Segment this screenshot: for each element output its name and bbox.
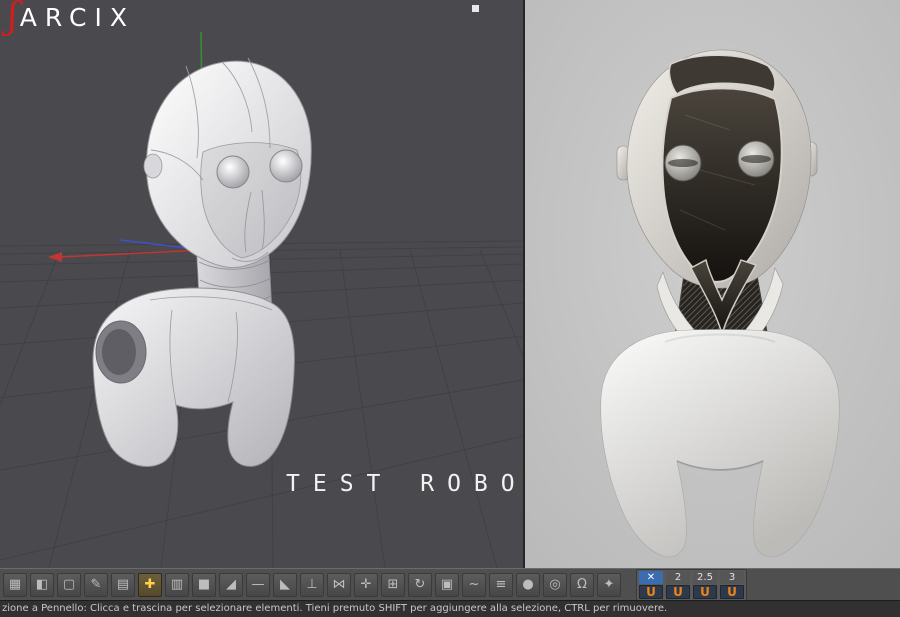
ramp-tool-button[interactable]: ◣: [273, 572, 297, 597]
robot-eye-left: [216, 155, 250, 189]
grid-array-tool-button[interactable]: ▦: [3, 572, 27, 597]
frame-tool-button[interactable]: ▣: [435, 572, 459, 597]
mirror-tool-button[interactable]: ⋈: [327, 572, 351, 597]
move-tool-button[interactable]: ✛: [354, 572, 378, 597]
snap-column: 3U: [720, 570, 744, 599]
snap-preset-2-5-button[interactable]: 2.5: [693, 570, 717, 584]
viewport-perspective[interactable]: ʃ ARCIX TEST ROBOT: [0, 0, 525, 568]
sphere-tool-button[interactable]: ●: [516, 572, 540, 597]
robot-eye-right: [269, 149, 303, 183]
viewport-corner-handle[interactable]: [472, 5, 479, 12]
spline-tool-button[interactable]: ~: [462, 572, 486, 597]
solid-cube-tool-button[interactable]: ■: [192, 572, 216, 597]
columns-tool-button[interactable]: ▥: [165, 572, 189, 597]
snap-column: 2U: [666, 570, 690, 599]
snap-clear-button[interactable]: ✕: [639, 570, 663, 584]
status-message: zione a Pennello: Clicca e trascina per …: [2, 603, 668, 614]
snap-settings-group: ✕ U 2 U 2.5 U 3 U: [636, 568, 747, 601]
modeling-toolbar: ▦ ◧ ▢ ✎ ▤ ✚ ▥ ■ ◢ — ◣ ⊥ ⋈ ✛ ⊞ ↻ ▣ ~ ≡ ● ◎ Ω ✦ ✕ U 2 U 2.5 U 3 U: [0, 568, 900, 601]
rotate-tool-button[interactable]: ↻: [408, 572, 432, 597]
axis-x-red: [59, 249, 205, 258]
viewport-render[interactable]: [525, 0, 900, 568]
bounds-tool-button[interactable]: ⊞: [381, 572, 405, 597]
brand-logo-glyph-icon: ʃ: [8, 0, 18, 37]
magnet-snap-toggle[interactable]: U: [639, 584, 663, 599]
brush-tool-button[interactable]: ✎: [84, 572, 108, 597]
brand-logo: ʃ ARCIX: [8, 0, 135, 37]
list-tool-button[interactable]: ≡: [489, 572, 513, 597]
pattern-tool-button[interactable]: ▤: [111, 572, 135, 597]
prism-tool-button[interactable]: ◢: [219, 572, 243, 597]
snap-preset-3-button[interactable]: 3: [720, 570, 744, 584]
rings-tool-button[interactable]: ◎: [543, 572, 567, 597]
marquee-tool-button[interactable]: ▢: [57, 572, 81, 597]
snap-column: ✕ U: [639, 570, 663, 599]
viewport-area: ʃ ARCIX TEST ROBOT: [0, 0, 900, 568]
magnet-snap-toggle[interactable]: U: [720, 584, 744, 599]
toolbar-icons: ▦ ◧ ▢ ✎ ▤ ✚ ▥ ■ ◢ — ◣ ⊥ ⋈ ✛ ⊞ ↻ ▣ ~ ≡ ● ◎ Ω ✦: [3, 572, 621, 597]
cube-tool-button[interactable]: ◧: [30, 572, 54, 597]
viewport-caption: TEST ROBOT: [286, 471, 525, 497]
brand-logo-text: ARCIX: [19, 3, 135, 32]
tweak-tool-button[interactable]: ✦: [597, 572, 621, 597]
pin-tool-button[interactable]: ⊥: [300, 572, 324, 597]
magnet-tool-button[interactable]: Ω: [570, 572, 594, 597]
magnet-snap-toggle[interactable]: U: [693, 584, 717, 599]
add-cube-tool-button[interactable]: ✚: [138, 572, 162, 597]
magnet-snap-toggle[interactable]: U: [666, 584, 690, 599]
rendered-robot-scene: [525, 0, 900, 568]
snap-column: 2.5 U: [693, 570, 717, 599]
app-window: ʃ ARCIX TEST ROBOT: [0, 0, 900, 617]
edge-tool-button[interactable]: —: [246, 572, 270, 597]
status-bar: zione a Pennello: Clicca e trascina per …: [0, 600, 900, 617]
snap-preset-2-button[interactable]: 2: [666, 570, 690, 584]
